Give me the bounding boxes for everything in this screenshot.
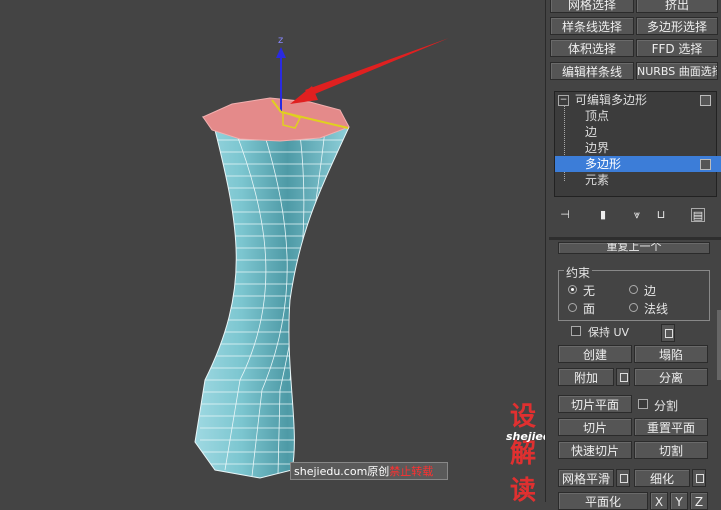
scene-svg: z <box>194 35 449 479</box>
stack-root-visibility-icon[interactable] <box>700 95 711 106</box>
preserve-uv-checkbox[interactable] <box>571 326 581 336</box>
gizmo-z-label: z <box>278 35 283 46</box>
attach-button[interactable]: 附加 <box>558 368 614 386</box>
constraints-title: 约束 <box>564 264 593 281</box>
viewport-perspective[interactable]: z 设解读 shejiedu.com shejiedu.com原创禁止转载 <box>0 0 545 502</box>
constraint-face-radio[interactable] <box>568 303 577 312</box>
watermark-site: shejiedu.com原创 <box>294 465 390 478</box>
attach-settings-button[interactable] <box>616 368 630 386</box>
show-end-result-icon[interactable]: ▮ <box>596 208 610 222</box>
reset-plane-button[interactable]: 重置平面 <box>634 418 708 436</box>
tessellate-settings-button[interactable] <box>692 469 706 487</box>
detach-button[interactable]: 分离 <box>634 368 708 386</box>
split-label: 分割 <box>654 399 679 413</box>
watermark-banner: shejiedu.com原创禁止转载 <box>290 462 448 480</box>
quickslice-button[interactable]: 快速切片 <box>558 441 632 459</box>
planarize-x-button[interactable]: X <box>650 492 668 510</box>
edit-spline-button[interactable]: 编辑样条线 <box>550 62 634 80</box>
planarize-z-button[interactable]: Z <box>690 492 708 510</box>
slice-plane-button[interactable]: 切片平面 <box>558 395 632 413</box>
slice-button[interactable]: 切片 <box>558 418 632 436</box>
meshsmooth-button[interactable]: 网格平滑 <box>558 469 614 487</box>
split-checkbox[interactable] <box>638 399 648 409</box>
remove-modifier-icon[interactable]: ⊔ <box>654 208 668 222</box>
watermark-logo-url: shejiedu.com <box>506 430 545 443</box>
stack-root-editable-poly[interactable]: 可编辑多边形 <box>575 92 715 108</box>
make-unique-icon[interactable]: ⩔ <box>630 208 644 222</box>
nurbs-surface-select-button[interactable]: NURBS 曲面选择 <box>636 62 718 80</box>
volume-select-button[interactable]: 体积选择 <box>550 39 634 57</box>
configure-modifier-sets-icon[interactable]: ▤ <box>691 208 705 222</box>
rollout-scrollbar[interactable] <box>717 310 721 380</box>
mesh-select-button[interactable]: 网格选择 <box>550 0 634 13</box>
constraint-edge-label: 边 <box>644 284 657 298</box>
tessellate-button[interactable]: 细化 <box>634 469 690 487</box>
watermark-logo: 设解读 <box>510 402 538 502</box>
stack-item-element[interactable]: 元素 <box>555 172 721 188</box>
stack-item-polygon-icon[interactable] <box>700 159 711 170</box>
separator <box>549 237 721 240</box>
meshsmooth-settings-button[interactable] <box>616 469 630 487</box>
spline-select-button[interactable]: 样条线选择 <box>550 17 634 35</box>
stack-item-vertex[interactable]: 顶点 <box>555 108 721 124</box>
stack-item-polygon[interactable]: 多边形 <box>555 156 721 172</box>
cut-button[interactable]: 切割 <box>634 441 708 459</box>
collapse-toggle-icon[interactable]: − <box>558 95 569 106</box>
constraint-normal-label: 法线 <box>644 302 669 316</box>
repeat-last-button[interactable]: 重复上一个 <box>558 242 710 254</box>
annotation-arrow <box>290 38 449 104</box>
ffd-select-button[interactable]: FFD 选择 <box>636 39 718 57</box>
create-button[interactable]: 创建 <box>558 345 632 363</box>
constraint-edge-radio[interactable] <box>629 285 638 294</box>
constraint-face-label: 面 <box>583 302 596 316</box>
planarize-y-button[interactable]: Y <box>670 492 688 510</box>
constraint-normal-radio[interactable] <box>629 303 638 312</box>
planarize-button[interactable]: 平面化 <box>558 492 648 510</box>
command-panel: 网格选择 挤出 样条线选择 多边形选择 体积选择 FFD 选择 编辑样条线 NU… <box>545 0 721 510</box>
collapse-button[interactable]: 塌陷 <box>634 345 708 363</box>
pin-stack-icon[interactable]: ⊣ <box>558 208 572 222</box>
constraint-none-label: 无 <box>583 284 596 298</box>
stack-item-edge[interactable]: 边 <box>555 124 721 140</box>
extrude-button[interactable]: 挤出 <box>636 0 718 13</box>
twisted-column-object[interactable] <box>194 97 350 479</box>
stack-item-border[interactable]: 边界 <box>555 140 721 156</box>
modifier-stack[interactable]: − 可编辑多边形 顶点 边 边界 多边形 元素 <box>554 91 721 197</box>
constraint-none-radio[interactable] <box>568 285 577 294</box>
poly-select-button[interactable]: 多边形选择 <box>636 17 718 35</box>
preserve-uv-label: 保持 UV <box>588 326 630 339</box>
preserve-uv-settings-button[interactable] <box>661 324 675 342</box>
watermark-warning: 禁止转载 <box>389 465 434 478</box>
